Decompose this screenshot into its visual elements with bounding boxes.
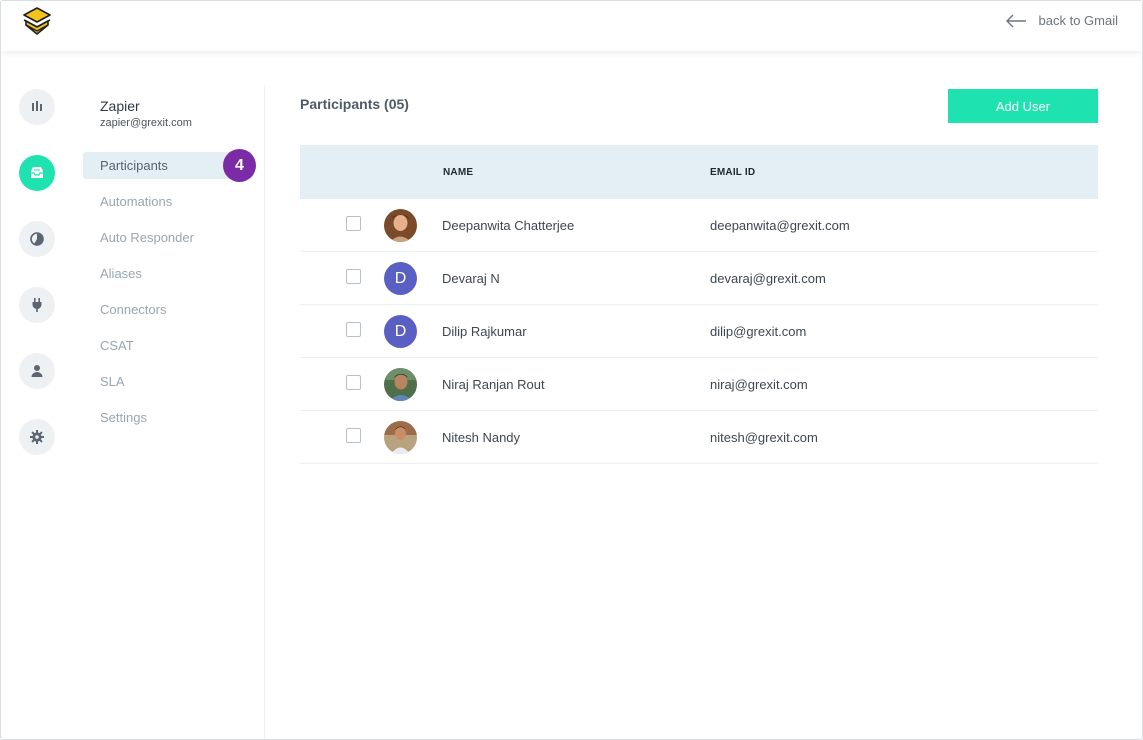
rail-inbox-button[interactable] — [19, 155, 55, 191]
pie-chart-icon — [30, 232, 44, 246]
user-photo-icon — [384, 209, 417, 242]
app-window: back to Gmail Zapier zapier@grexit.com P… — [0, 0, 1143, 740]
step-badge: 4 — [223, 149, 256, 182]
sidebar-item-csat[interactable]: CSAT — [100, 338, 134, 353]
page-title: Participants (05) — [300, 96, 409, 112]
settings-sidebar: Zapier zapier@grexit.com Participants 4 … — [71, 86, 265, 739]
sidebar-item-aliases[interactable]: Aliases — [100, 266, 142, 281]
avatar — [384, 368, 417, 401]
avatar — [384, 421, 417, 454]
rail-users-button[interactable] — [19, 353, 55, 389]
participant-name: Dilip Rajkumar — [442, 324, 527, 339]
rail-reports-button[interactable] — [19, 221, 55, 257]
arrow-left-icon — [1005, 14, 1026, 27]
sidebar-item-sla[interactable]: SLA — [100, 374, 125, 389]
table-row: Deepanwita Chatterjee deepanwita@grexit.… — [300, 199, 1098, 252]
table-row: Nitesh Nandy nitesh@grexit.com — [300, 411, 1098, 464]
avatar: D — [384, 315, 417, 348]
sidebar-item-auto-responder[interactable]: Auto Responder — [100, 230, 194, 245]
row-checkbox[interactable] — [346, 322, 361, 337]
rail-settings-button[interactable] — [19, 419, 55, 455]
user-photo-icon — [384, 368, 417, 401]
participant-email: niraj@grexit.com — [710, 377, 808, 392]
participant-email: nitesh@grexit.com — [710, 430, 818, 445]
row-checkbox[interactable] — [346, 375, 361, 390]
back-to-gmail-link[interactable]: back to Gmail — [1005, 13, 1118, 28]
row-checkbox[interactable] — [346, 216, 361, 231]
inbox-icon — [31, 167, 43, 178]
rail-analytics-button[interactable] — [19, 89, 55, 125]
participant-name: Devaraj N — [442, 271, 500, 286]
avatar — [384, 209, 417, 242]
account-name: Zapier — [100, 98, 140, 114]
column-header-email: EMAIL ID — [710, 167, 756, 178]
grexit-logo — [23, 7, 51, 35]
icon-rail — [1, 51, 71, 739]
user-icon — [31, 365, 43, 377]
participant-email: dilip@grexit.com — [710, 324, 807, 339]
rail-integrations-button[interactable] — [19, 287, 55, 323]
add-user-button[interactable]: Add User — [948, 89, 1098, 123]
participant-email: devaraj@grexit.com — [710, 271, 826, 286]
plug-icon — [32, 298, 42, 312]
account-email: zapier@grexit.com — [100, 117, 192, 129]
sidebar-item-connectors[interactable]: Connectors — [100, 302, 166, 317]
table-row: D Dilip Rajkumar dilip@grexit.com — [300, 305, 1098, 358]
gear-icon — [30, 430, 44, 444]
avatar: D — [384, 262, 417, 295]
sidebar-item-automations[interactable]: Automations — [100, 194, 172, 209]
participant-name: Niraj Ranjan Rout — [442, 377, 545, 392]
participant-name: Nitesh Nandy — [442, 430, 521, 445]
chart-bars-icon — [32, 101, 42, 111]
participants-table: NAME EMAIL ID Deepanwita Chatterjee deep… — [300, 145, 1098, 464]
user-photo-icon — [384, 421, 417, 454]
sidebar-item-settings[interactable]: Settings — [100, 410, 147, 425]
participant-email: deepanwita@grexit.com — [710, 218, 850, 233]
row-checkbox[interactable] — [346, 269, 361, 284]
row-checkbox[interactable] — [346, 428, 361, 443]
table-row: D Devaraj N devaraj@grexit.com — [300, 252, 1098, 305]
table-header: NAME EMAIL ID — [300, 145, 1098, 199]
column-header-name: NAME — [443, 167, 474, 178]
table-row: Niraj Ranjan Rout niraj@grexit.com — [300, 358, 1098, 411]
top-bar: back to Gmail — [1, 1, 1142, 51]
participant-name: Deepanwita Chatterjee — [442, 218, 575, 233]
back-to-gmail-label: back to Gmail — [1038, 13, 1118, 28]
